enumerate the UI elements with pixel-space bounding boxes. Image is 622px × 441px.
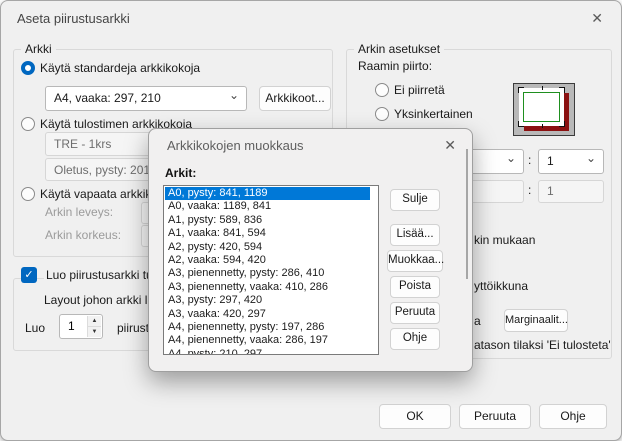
list-item[interactable]: A3, pienennetty, vaaka: 410, 286 xyxy=(165,281,370,294)
radio-standard-sizes-label[interactable]: Käytä standardeja arkkikokoja xyxy=(40,61,200,75)
create-sheet-checkbox[interactable]: ✓ xyxy=(21,267,37,283)
radio-standard-sizes[interactable] xyxy=(21,61,35,75)
list-item[interactable]: A3, pienennetty, pysty: 286, 410 xyxy=(165,267,370,280)
chevron-down-icon: ⌄ xyxy=(586,151,596,165)
sheet-height-label: Arkin korkeus: xyxy=(45,228,121,242)
sulje-button[interactable]: Sulje xyxy=(390,189,440,211)
peruuta-button[interactable]: Peruuta xyxy=(390,302,440,324)
scale-combobox-right[interactable]: 1 ⌄ xyxy=(538,149,604,174)
crop-mark-icon xyxy=(518,121,524,127)
arkkikoot-button[interactable]: Arkkikoot... xyxy=(259,86,331,111)
poista-button[interactable]: Poista xyxy=(390,276,440,298)
crop-mark-icon xyxy=(542,124,543,128)
stepper-down-icon[interactable]: ▼ xyxy=(87,327,101,338)
list-item[interactable]: A2, vaaka: 594, 420 xyxy=(165,254,370,267)
standard-size-combobox[interactable]: A4, vaaka: 297, 210 ⌄ xyxy=(45,86,247,111)
crop-mark-icon xyxy=(542,86,543,90)
help-button[interactable]: Ohje xyxy=(539,404,607,429)
lisaa-button[interactable]: Lisää... xyxy=(390,224,440,246)
list-item[interactable]: A1, pysty: 589, 836 xyxy=(165,214,370,227)
sheet-count-stepper[interactable]: 1 ▲ ▼ xyxy=(59,314,103,339)
radio-printer-sizes[interactable] xyxy=(21,117,35,131)
scale-field-right: 1 xyxy=(538,180,604,203)
radio-free-size-label[interactable]: Käytä vapaata arkkik xyxy=(40,187,151,201)
scale-value: 1 xyxy=(547,154,554,168)
standard-size-value: A4, vaaka: 297, 210 xyxy=(54,91,161,105)
list-item[interactable]: A2, pysty: 420, 594 xyxy=(165,241,370,254)
chevron-down-icon: ⌄ xyxy=(506,151,516,165)
list-item[interactable]: A3, pysty: 297, 420 xyxy=(165,294,370,307)
arkki-group-label: Arkki xyxy=(21,42,56,56)
arkit-label: Arkit: xyxy=(165,166,196,180)
stepper-up-icon[interactable]: ▲ xyxy=(87,316,101,327)
list-item[interactable]: A4, pysty: 210, 297 xyxy=(165,348,370,355)
sheet-width-label: Arkin leveys: xyxy=(45,205,113,219)
chevron-down-icon: ⌄ xyxy=(229,88,239,102)
a-text: a xyxy=(474,314,481,328)
scale-value-2: 1 xyxy=(547,184,554,198)
modal-title: Arkkikokojen muokkaus xyxy=(167,138,304,153)
screen: Aseta piirustusarkki ✕ Arkki Käytä stand… xyxy=(0,0,622,441)
atason-text: atason tilaksi 'Ei tulosteta' xyxy=(474,338,611,352)
dialog-title: Aseta piirustusarkki xyxy=(17,11,130,26)
close-icon[interactable]: ✕ xyxy=(591,10,603,27)
preview-page xyxy=(519,88,564,126)
marginaalit-button[interactable]: Marginaalit... xyxy=(504,309,568,332)
ohje-button[interactable]: Ohje xyxy=(390,328,440,350)
muokkaa-button[interactable]: Muokkaa... xyxy=(387,250,443,272)
scrollbar-thumb[interactable] xyxy=(466,149,468,279)
radio-yksinkertainen[interactable] xyxy=(375,107,389,121)
ok-button[interactable]: OK xyxy=(379,404,451,429)
cancel-button[interactable]: Peruuta xyxy=(459,404,531,429)
luo-label: Luo xyxy=(25,321,45,335)
crop-mark-icon xyxy=(518,87,524,93)
radio-yksinkertainen-label[interactable]: Yksinkertainen xyxy=(394,107,473,121)
printer-size-value: Oletus, pysty: 201, xyxy=(54,163,153,177)
list-item[interactable]: A3, vaaka: 420, 297 xyxy=(165,308,370,321)
printer-combobox-value: TRE - 1krs xyxy=(54,137,111,151)
sheet-count-value: 1 xyxy=(68,319,75,333)
arkin-asetukset-group-label: Arkin asetukset xyxy=(354,42,444,56)
arkkikokojen-muokkaus-dialog: Arkkikokojen muokkaus ✕ Arkit: A0, pysty… xyxy=(148,128,473,372)
sheet-size-listbox[interactable]: A0, pysty: 841, 1189A0, vaaka: 1189, 841… xyxy=(163,185,379,355)
aseta-piirustusarkki-dialog: Aseta piirustusarkki ✕ Arkki Käytä stand… xyxy=(0,0,622,441)
kin-mukaan-text: kin mukaan xyxy=(474,233,535,247)
crop-mark-icon xyxy=(559,121,565,127)
list-item[interactable]: A4, pienennetty, pysty: 197, 286 xyxy=(165,321,370,334)
radio-ei-piirreta[interactable] xyxy=(375,83,389,97)
list-item[interactable]: A0, vaaka: 1189, 841 xyxy=(165,200,370,213)
scale-separator-2: : xyxy=(528,183,531,197)
close-icon[interactable]: ✕ xyxy=(444,137,456,154)
radio-ei-piirreta-label[interactable]: Ei piirretä xyxy=(394,83,445,97)
list-item[interactable]: A0, pysty: 841, 1189 xyxy=(165,187,370,200)
frame-preview-image xyxy=(513,83,575,136)
list-item[interactable]: A4, pienennetty, vaaka: 286, 197 xyxy=(165,334,370,347)
scale-separator: : xyxy=(528,153,531,167)
raamin-piirto-label: Raamin piirto: xyxy=(358,59,432,73)
yttoikkuna-text: yttöikkuna xyxy=(474,279,528,293)
radio-free-size[interactable] xyxy=(21,187,35,201)
crop-mark-icon xyxy=(559,87,565,93)
preview-frame-rect xyxy=(523,92,560,122)
list-item[interactable]: A1, vaaka: 841, 594 xyxy=(165,227,370,240)
